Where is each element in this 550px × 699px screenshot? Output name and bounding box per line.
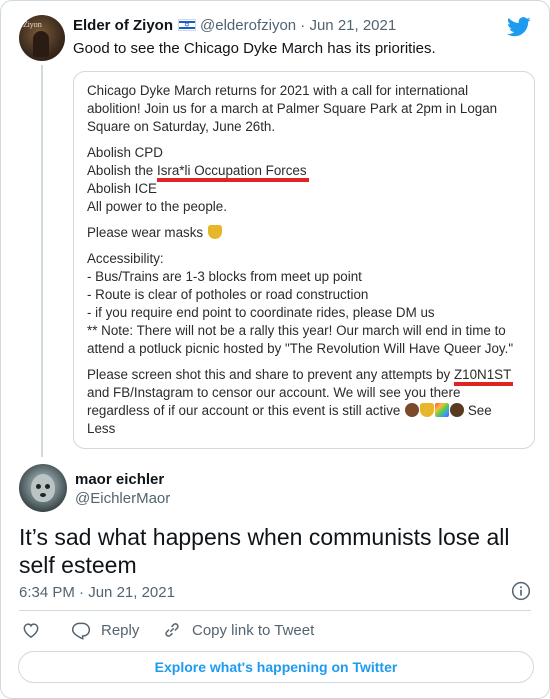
embedded-screenshot[interactable]: Chicago Dyke March returns for 2021 with… [73, 71, 535, 449]
header-separator: · [300, 17, 306, 34]
reply-icon [71, 622, 91, 640]
raised-fist-icon [405, 403, 420, 417]
parent-header: Elder of Ziyon ✡ @elderofziyon · Jun 21, 2… [73, 16, 396, 36]
reply-tweet-text: It’s sad what happens when communists lo… [19, 524, 510, 578]
highlighted-zionist: Z10N1ST [453, 367, 512, 382]
line-abolish-cpd: Abolish CPD [87, 145, 163, 160]
copy-link-label: Copy link to Tweet [192, 622, 315, 639]
meta-separator: · [79, 584, 85, 601]
access-line-3: - if you require end point to coordinate… [87, 305, 435, 320]
share-text: Please screen shot this and share to pre… [87, 366, 522, 438]
rainbow-flag-icon [435, 403, 450, 417]
line-masks: Please wear masks [87, 224, 522, 242]
explore-button[interactable]: Explore what's happening on Twitter [18, 651, 534, 683]
like-button[interactable] [21, 620, 51, 642]
israel-flag-icon: ✡ [178, 19, 197, 31]
reply-timestamp[interactable]: 6:34 PM · Jun 21, 2021 [19, 583, 175, 603]
reply-avatar[interactable] [19, 464, 67, 512]
reply-display-name[interactable]: maor eichler [75, 470, 164, 490]
screenshot-para1: Chicago Dyke March returns for 2021 with… [87, 83, 498, 134]
divider [19, 610, 531, 611]
tweet-card: Ziyon Elder of Ziyon ✡ @elderofziyon · Jun… [0, 0, 550, 699]
link-icon [165, 623, 179, 637]
line-abolish-ice: Abolish ICE [87, 181, 157, 196]
note-text: ** Note: There will not be a rally this … [87, 323, 514, 356]
abolish-prefix: Abolish the [87, 163, 157, 178]
yellow-heart-icon [420, 403, 435, 417]
parent-avatar[interactable]: Ziyon [19, 15, 65, 61]
access-line-2: - Route is clear of potholes or road con… [87, 287, 369, 302]
raised-fist-dark-icon [450, 403, 465, 417]
highlighted-forces: Isra*li Occupation Forces [156, 163, 307, 178]
thread-line [41, 65, 43, 457]
accessibility-title: Accessibility: [87, 251, 164, 266]
parent-tweet-text: Good to see the Chicago Dyke March has i… [73, 40, 436, 57]
share-prefix: Please screen shot this and share to pre… [87, 367, 454, 382]
reply-label: Reply [101, 622, 140, 639]
avatar-figure [33, 31, 49, 57]
parent-handle[interactable]: @elderofziyon [200, 17, 296, 34]
reply-button[interactable]: Reply [71, 620, 139, 642]
heart-icon [23, 623, 39, 638]
reply-handle[interactable]: @EichlerMaor [75, 489, 170, 509]
copy-link-button[interactable]: Copy link to Tweet [162, 620, 314, 642]
parent-date[interactable]: Jun 21, 2021 [309, 17, 396, 34]
line-abolish-forces: Abolish the Isra*li Occupation Forces [87, 162, 522, 180]
line-power: All power to the people. [87, 199, 227, 214]
reply-date: Jun 21, 2021 [88, 584, 175, 601]
parent-display-name[interactable]: Elder of Ziyon [73, 17, 173, 34]
access-line-1: - Bus/Trains are 1-3 blocks from meet up… [87, 269, 362, 284]
twitter-bird-icon[interactable] [507, 17, 531, 37]
avatar-text: Ziyon [23, 21, 42, 29]
yellow-heart-icon [207, 225, 222, 239]
avatar-dog [31, 474, 55, 502]
info-icon[interactable] [511, 581, 531, 601]
masks-text: Please wear masks [87, 225, 204, 240]
share-suffix: and FB/Instagram to censor our account. … [87, 385, 461, 418]
reply-time: 6:34 PM [19, 584, 75, 601]
screenshot-content: Chicago Dyke March returns for 2021 with… [74, 72, 534, 448]
